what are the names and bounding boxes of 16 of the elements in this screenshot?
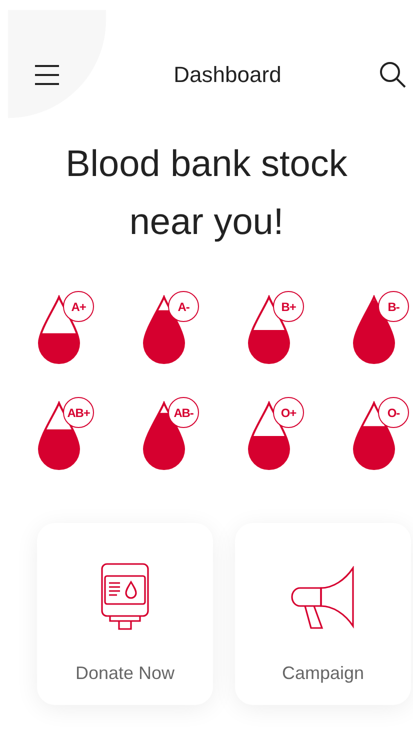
blood-group-badge: B+ — [273, 291, 304, 322]
header-title: Dashboard — [174, 61, 282, 89]
search-icon[interactable] — [378, 60, 407, 88]
blood-group-badge: O+ — [273, 397, 304, 428]
action-card[interactable]: Donate Now — [37, 523, 213, 705]
blood-group-badge: B- — [378, 291, 409, 322]
blood-group-badge: A+ — [63, 291, 94, 322]
megaphone-icon — [290, 566, 356, 632]
page-heading: Blood bank stock near you! — [64, 142, 348, 244]
blood-group-badge: AB+ — [63, 397, 94, 428]
blood-group-badge: A- — [168, 291, 199, 322]
blood-bag-icon — [100, 562, 150, 632]
blood-group-badge: AB- — [168, 397, 199, 428]
action-card[interactable]: Campaign — [235, 523, 411, 705]
blood-group-badge: O- — [378, 397, 409, 428]
menu-icon[interactable] — [34, 64, 60, 86]
